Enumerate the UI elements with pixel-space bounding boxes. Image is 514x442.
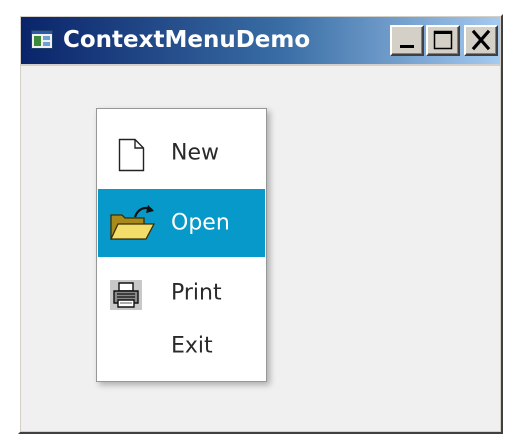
window-title: ContextMenuDemo <box>63 27 311 53</box>
open-folder-icon <box>109 205 156 240</box>
context-menu: New Open Print Exit <box>96 108 267 382</box>
menu-item-label: Open <box>171 210 230 236</box>
app-window: ContextMenuDemo New Open Print Exit <box>18 14 503 434</box>
maximize-button[interactable] <box>426 25 460 56</box>
menu-item-exit[interactable]: Exit <box>98 317 265 375</box>
menu-item-label: Print <box>171 280 222 306</box>
menu-item-label: Exit <box>171 333 213 359</box>
maximize-icon <box>433 30 453 50</box>
menu-item-label: New <box>171 140 219 166</box>
minimize-icon <box>400 45 414 48</box>
menu-item-new[interactable]: New <box>98 119 265 187</box>
title-bar[interactable]: ContextMenuDemo <box>21 17 500 64</box>
close-button[interactable] <box>464 25 498 56</box>
app-icon <box>31 30 53 49</box>
menu-item-open[interactable]: Open <box>98 189 265 257</box>
new-file-icon <box>118 138 145 172</box>
printer-icon <box>110 280 142 310</box>
minimize-button[interactable] <box>390 25 424 56</box>
client-area[interactable]: New Open Print Exit <box>21 66 500 431</box>
close-icon <box>471 29 491 51</box>
